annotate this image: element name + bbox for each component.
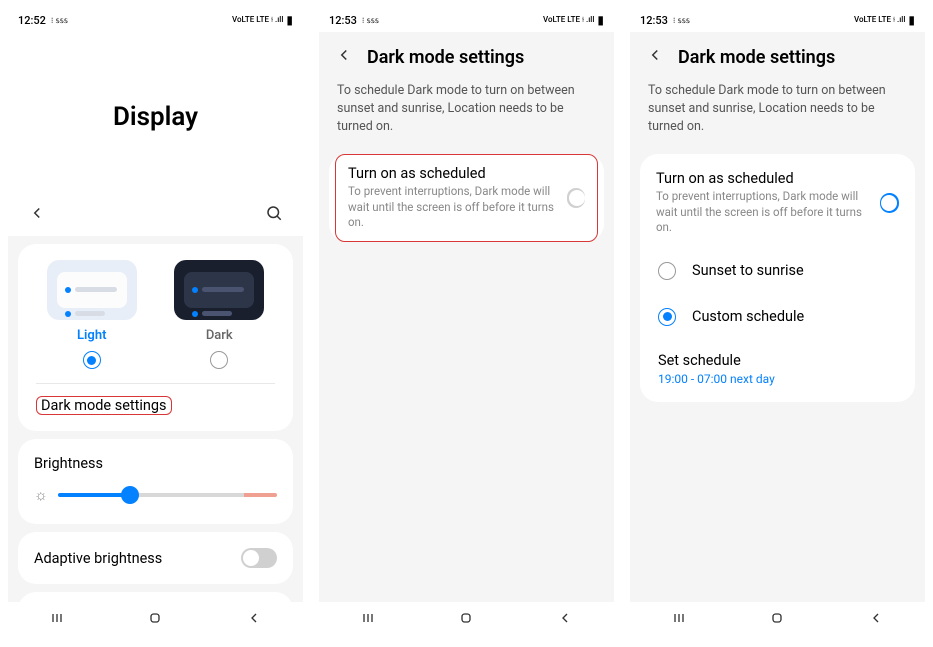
eye-comfort-row[interactable]: Eye comfort shield	[18, 594, 293, 602]
status-network: VoLTE LTE ⫮ .ıll	[232, 16, 283, 24]
recent-apps-button[interactable]	[671, 610, 687, 630]
brightness-label: Brightness	[34, 455, 277, 472]
status-bar: 12:53 ⁝ 𝕤𝕤𝕤 VoLTE LTE ⫮ .ıll ▮	[319, 8, 614, 32]
brightness-slider[interactable]	[58, 493, 277, 497]
sunset-label: Sunset to sunrise	[692, 262, 804, 279]
page-header: Dark mode settings	[630, 32, 925, 78]
back-button[interactable]	[28, 204, 46, 226]
home-button[interactable]	[769, 610, 785, 630]
back-nav-button[interactable]	[868, 610, 884, 630]
search-button[interactable]	[265, 204, 283, 226]
set-schedule-title: Set schedule	[658, 352, 897, 369]
page-title: Display	[8, 102, 303, 132]
scheduled-title: Turn on as scheduled	[656, 170, 880, 187]
scheduled-title: Turn on as scheduled	[348, 165, 567, 182]
status-network: VoLTE LTE ⫮ .ıll	[543, 16, 594, 24]
battery-icon: ▮	[908, 13, 915, 27]
set-schedule-value: 19:00 - 07:00 next day	[658, 372, 897, 386]
adaptive-brightness-label: Adaptive brightness	[34, 550, 162, 567]
scheduled-toggle[interactable]	[567, 188, 585, 208]
slider-thumb[interactable]	[121, 486, 139, 504]
status-left-icons: ⁝ 𝕤𝕤𝕤	[51, 16, 68, 25]
dark-preview-icon	[174, 260, 264, 320]
page-header: Display	[8, 32, 303, 192]
navigation-bar	[319, 602, 614, 638]
battery-icon: ▮	[286, 13, 293, 27]
scheduled-subtitle: To prevent interruptions, Dark mode will…	[348, 184, 567, 231]
back-button[interactable]	[335, 46, 353, 68]
adaptive-brightness-row[interactable]: Adaptive brightness	[18, 534, 293, 582]
page-title: Dark mode settings	[678, 47, 835, 68]
theme-option-dark[interactable]: Dark	[174, 260, 264, 369]
theme-selector-card: Light Dark Dark mode settings	[18, 244, 293, 431]
status-network: VoLTE LTE ⫮ .ıll	[854, 16, 905, 24]
sunset-option[interactable]: Sunset to sunrise	[640, 248, 915, 294]
page-header: Dark mode settings	[319, 32, 614, 78]
scheduled-toggle-row[interactable]: Turn on as scheduled To prevent interrup…	[335, 154, 598, 242]
dark-label: Dark	[206, 328, 233, 343]
status-left-icons: ⁝ 𝕤𝕤𝕤	[362, 16, 379, 25]
brightness-section: Brightness ☼	[18, 441, 293, 522]
status-time: 12:53	[329, 14, 357, 27]
scheduled-toggle-row[interactable]: Turn on as scheduled To prevent interrup…	[640, 158, 915, 248]
scheduled-subtitle: To prevent interruptions, Dark mode will…	[656, 189, 880, 236]
status-time: 12:53	[640, 14, 668, 27]
custom-radio[interactable]	[658, 308, 676, 326]
page-subtitle: To schedule Dark mode to turn on between…	[630, 78, 925, 146]
back-nav-button[interactable]	[246, 610, 262, 630]
set-schedule-row[interactable]: Set schedule 19:00 - 07:00 next day	[640, 340, 915, 398]
page-title: Dark mode settings	[367, 47, 524, 68]
sunset-radio[interactable]	[658, 262, 676, 280]
sun-icon: ☼	[34, 486, 48, 504]
page-subtitle: To schedule Dark mode to turn on between…	[319, 78, 614, 146]
home-button[interactable]	[458, 610, 474, 630]
navigation-bar	[8, 602, 303, 638]
status-bar: 12:52 ⁝ 𝕤𝕤𝕤 VoLTE LTE ⫮ .ıll ▮	[8, 8, 303, 32]
adaptive-brightness-toggle[interactable]	[241, 548, 277, 568]
light-preview-icon	[47, 260, 137, 320]
back-nav-button[interactable]	[557, 610, 573, 630]
navigation-bar	[630, 602, 925, 638]
scheduled-toggle[interactable]	[880, 193, 899, 213]
recent-apps-button[interactable]	[49, 610, 65, 630]
theme-option-light[interactable]: Light	[47, 260, 137, 369]
back-button[interactable]	[646, 46, 664, 68]
status-time: 12:52	[18, 14, 46, 27]
custom-option[interactable]: Custom schedule	[640, 294, 915, 340]
light-radio[interactable]	[83, 351, 101, 369]
home-button[interactable]	[147, 610, 163, 630]
dark-radio[interactable]	[210, 351, 228, 369]
battery-icon: ▮	[597, 13, 604, 27]
custom-label: Custom schedule	[692, 308, 804, 325]
light-label: Light	[77, 328, 106, 343]
phone-screen-display: 12:52 ⁝ 𝕤𝕤𝕤 VoLTE LTE ⫮ .ıll ▮ Display	[8, 8, 303, 638]
status-left-icons: ⁝ 𝕤𝕤𝕤	[673, 16, 690, 25]
phone-screen-dark-settings-on: 12:53 ⁝ 𝕤𝕤𝕤 VoLTE LTE ⫮ .ıll ▮ Dark mode…	[630, 8, 925, 638]
recent-apps-button[interactable]	[360, 610, 376, 630]
dark-mode-settings-link[interactable]: Dark mode settings	[28, 384, 283, 427]
phone-screen-dark-settings-off: 12:53 ⁝ 𝕤𝕤𝕤 VoLTE LTE ⫮ .ıll ▮ Dark mode…	[319, 8, 614, 638]
status-bar: 12:53 ⁝ 𝕤𝕤𝕤 VoLTE LTE ⫮ .ıll ▮	[630, 8, 925, 32]
